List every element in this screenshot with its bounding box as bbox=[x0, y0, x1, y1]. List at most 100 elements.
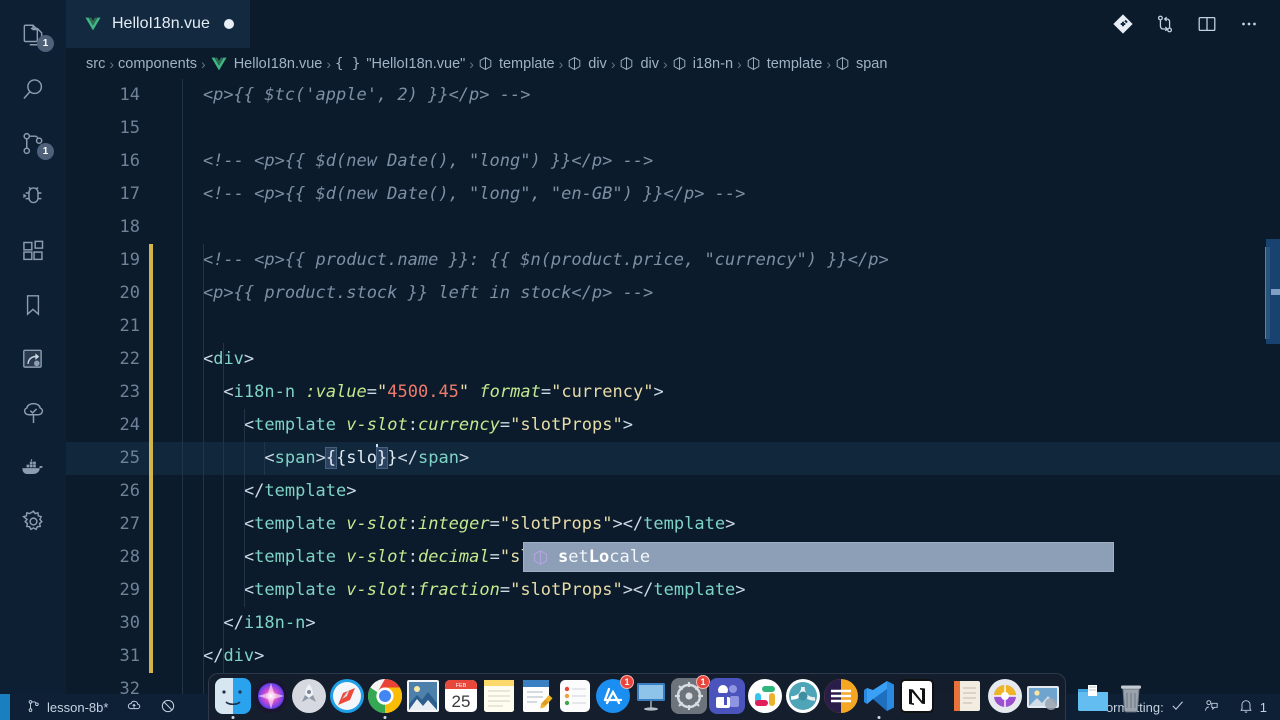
breadcrumb-label: span bbox=[855, 55, 888, 72]
dock-item-app-store[interactable]: 1App Store bbox=[595, 675, 634, 714]
sidebar-item-extensions[interactable] bbox=[0, 224, 66, 278]
breadcrumb-item-template-2[interactable]: template bbox=[746, 56, 822, 72]
code-line[interactable]: 20 <p>{{ product.stock }} left in stock<… bbox=[66, 277, 1280, 310]
code-line[interactable]: 19 <!-- <p>{{ product.name }}: {{ $n(pro… bbox=[66, 244, 1280, 277]
tab-hello-i18n-vue[interactable]: HelloI18n.vue bbox=[66, 0, 251, 48]
remote-indicator[interactable] bbox=[0, 694, 10, 720]
line-content: <template v-slot:currency="slotProps"> bbox=[162, 409, 633, 442]
token-attr: currency bbox=[417, 415, 500, 435]
code-line[interactable]: 14 <p>{{ $tc('apple', 2) }}</p> --> bbox=[66, 79, 1280, 112]
dock-item-slack[interactable]: Slack bbox=[747, 678, 783, 714]
token-str: "slotProps" bbox=[510, 415, 623, 435]
dock-item-system-preferences[interactable]: 1System Preferences bbox=[671, 675, 710, 714]
status-branch[interactable]: lesson-8b* bbox=[18, 694, 117, 720]
dock-item-safari[interactable]: Safari bbox=[329, 678, 365, 714]
chevron-right-icon: › bbox=[326, 55, 332, 72]
sidebar-item-docker[interactable] bbox=[0, 440, 66, 494]
code-line[interactable]: 29 <template v-slot:fraction="slotProps"… bbox=[66, 574, 1280, 607]
dock-item-vscode[interactable]: Visual Studio Code bbox=[861, 678, 897, 719]
code-line[interactable]: 26 </template> bbox=[66, 475, 1280, 508]
status-notifications[interactable]: 1 bbox=[1229, 694, 1276, 720]
code-line[interactable]: 15 bbox=[66, 112, 1280, 145]
indent-guide bbox=[264, 442, 265, 475]
sidebar-item-source-control[interactable]: 1 bbox=[0, 116, 66, 170]
code-line[interactable]: 23 <i18n-n :value="4500.45" format="curr… bbox=[66, 376, 1280, 409]
code-line[interactable]: 16 <!-- <p>{{ $d(new Date(), "long") }}<… bbox=[66, 145, 1280, 178]
sidebar-item-explorer[interactable]: 1 bbox=[0, 8, 66, 62]
compare-changes-icon[interactable] bbox=[1144, 0, 1186, 48]
breadcrumb-item-span[interactable]: span bbox=[835, 56, 887, 72]
dock-item-zeplin[interactable]: Zeplin bbox=[823, 678, 859, 714]
sidebar-item-settings[interactable] bbox=[0, 494, 66, 548]
tab-dirty-indicator[interactable] bbox=[223, 19, 234, 29]
code-line[interactable]: 30 </i18n-n> bbox=[66, 607, 1280, 640]
dock-item-microsoft-teams[interactable]: Microsoft Teams bbox=[709, 678, 745, 714]
breadcrumb-item-components[interactable]: components bbox=[118, 56, 197, 72]
code-line[interactable]: 17 <!-- <p>{{ $d(new Date(), "long", "en… bbox=[66, 178, 1280, 211]
token-punct: > bbox=[346, 481, 357, 501]
dock-item-textedit[interactable]: TextEdit bbox=[519, 678, 555, 714]
code-line[interactable]: 18 bbox=[66, 211, 1280, 244]
line-number: 19 bbox=[119, 250, 140, 270]
sidebar-item-run-and-debug[interactable] bbox=[0, 170, 66, 224]
code-line[interactable]: 31 </div> bbox=[66, 640, 1280, 673]
ellipsis-icon[interactable] bbox=[1228, 0, 1270, 48]
dock-item-finder[interactable]: Finder bbox=[215, 678, 251, 719]
breadcrumb-item-i18n-n[interactable]: i18n-n bbox=[672, 56, 733, 72]
sidebar-item-search[interactable] bbox=[0, 62, 66, 116]
token-comment: <!-- <p>{{ $d(new Date(), "long", "en-GB… bbox=[162, 184, 746, 204]
dock-item-sourcetree[interactable]: Sourcetree bbox=[785, 678, 821, 714]
dock-item-photos-folder[interactable]: Pictures bbox=[1025, 678, 1061, 714]
code-line[interactable]: 22 <div> bbox=[66, 343, 1280, 376]
breadcrumb-item-module[interactable]: { } "HelloI18n.vue" bbox=[335, 56, 465, 72]
dock-item-chrome[interactable]: Google Chrome bbox=[367, 678, 403, 719]
indent-guide bbox=[243, 409, 245, 607]
breadcrumb-item-template[interactable]: template bbox=[478, 56, 555, 72]
status-error-indicator[interactable] bbox=[151, 694, 185, 720]
breadcrumb-label: components bbox=[118, 55, 198, 72]
dock-item-notebook[interactable]: Notebook bbox=[949, 678, 985, 714]
dock-item-siri[interactable]: Siri bbox=[253, 678, 289, 714]
dock-item-imovie[interactable]: iMovie bbox=[987, 678, 1023, 714]
split-editor-icon[interactable] bbox=[1186, 0, 1228, 48]
breadcrumb-item-src[interactable]: src bbox=[86, 56, 105, 72]
dock-item-reminders[interactable]: Reminders bbox=[557, 678, 593, 714]
token-mustache: {slo bbox=[336, 448, 378, 468]
sidebar-item-bookmarks[interactable] bbox=[0, 278, 66, 332]
token-attr: v-slot bbox=[346, 415, 408, 435]
status-sync[interactable] bbox=[117, 694, 151, 720]
code-lines[interactable]: 14 <p>{{ $tc('apple', 2) }}</p> --> 15 16 … bbox=[66, 79, 1280, 694]
dock-item-notion[interactable]: Notion bbox=[899, 678, 935, 714]
dock-item-downloads[interactable]: Downloads bbox=[1075, 678, 1111, 714]
dock-item-notes[interactable]: Notes bbox=[481, 678, 517, 714]
dock-item-calendar[interactable]: FEB25Calendar bbox=[443, 678, 479, 714]
code-line[interactable]: 21 bbox=[66, 310, 1280, 343]
token-tag: template bbox=[653, 580, 736, 600]
sidebar-item-live-share[interactable] bbox=[0, 332, 66, 386]
sidebar-item-test-explorer[interactable] bbox=[0, 386, 66, 440]
status-feedback[interactable] bbox=[1194, 694, 1229, 720]
code-line[interactable]: 27 <template v-slot:integer="slotProps">… bbox=[66, 508, 1280, 541]
dock-item-preview[interactable]: Preview bbox=[405, 678, 441, 714]
code-editor[interactable]: 14 <p>{{ $tc('apple', 2) }}</p> --> 15 16 … bbox=[66, 79, 1280, 694]
svg-text:25: 25 bbox=[452, 692, 471, 711]
code-line[interactable]: 25 <span>{{slo}}</span> bbox=[66, 442, 1280, 475]
suggestion-widget[interactable]: setLocale bbox=[523, 542, 1114, 572]
token-punct: </ bbox=[202, 646, 224, 666]
token-attr: format bbox=[479, 382, 541, 402]
breadcrumb-item-div-1[interactable]: div bbox=[567, 56, 607, 72]
dock-item-trash[interactable]: Trash bbox=[1113, 678, 1149, 714]
symbol-cube-icon bbox=[835, 56, 850, 71]
token-comment: <p>{{ $tc('apple', 2) }}</p> --> bbox=[162, 85, 531, 105]
code-line[interactable]: 24 <template v-slot:currency="slotProps"… bbox=[66, 409, 1280, 442]
git-diamond-icon[interactable] bbox=[1102, 0, 1144, 48]
dock-item-launchpad[interactable]: Launchpad bbox=[291, 678, 327, 714]
line-content: <!-- <p>{{ product.name }}: {{ $n(produc… bbox=[162, 244, 889, 277]
dock-item-keynote[interactable]: Keynote bbox=[633, 678, 669, 714]
breadcrumb-item-file[interactable]: HelloI18n.vue bbox=[210, 56, 322, 72]
breadcrumb-item-div-2[interactable]: div bbox=[619, 56, 659, 72]
line-content: <span>{{slo}}</span> bbox=[162, 442, 469, 475]
line-number: 20 bbox=[119, 283, 140, 303]
